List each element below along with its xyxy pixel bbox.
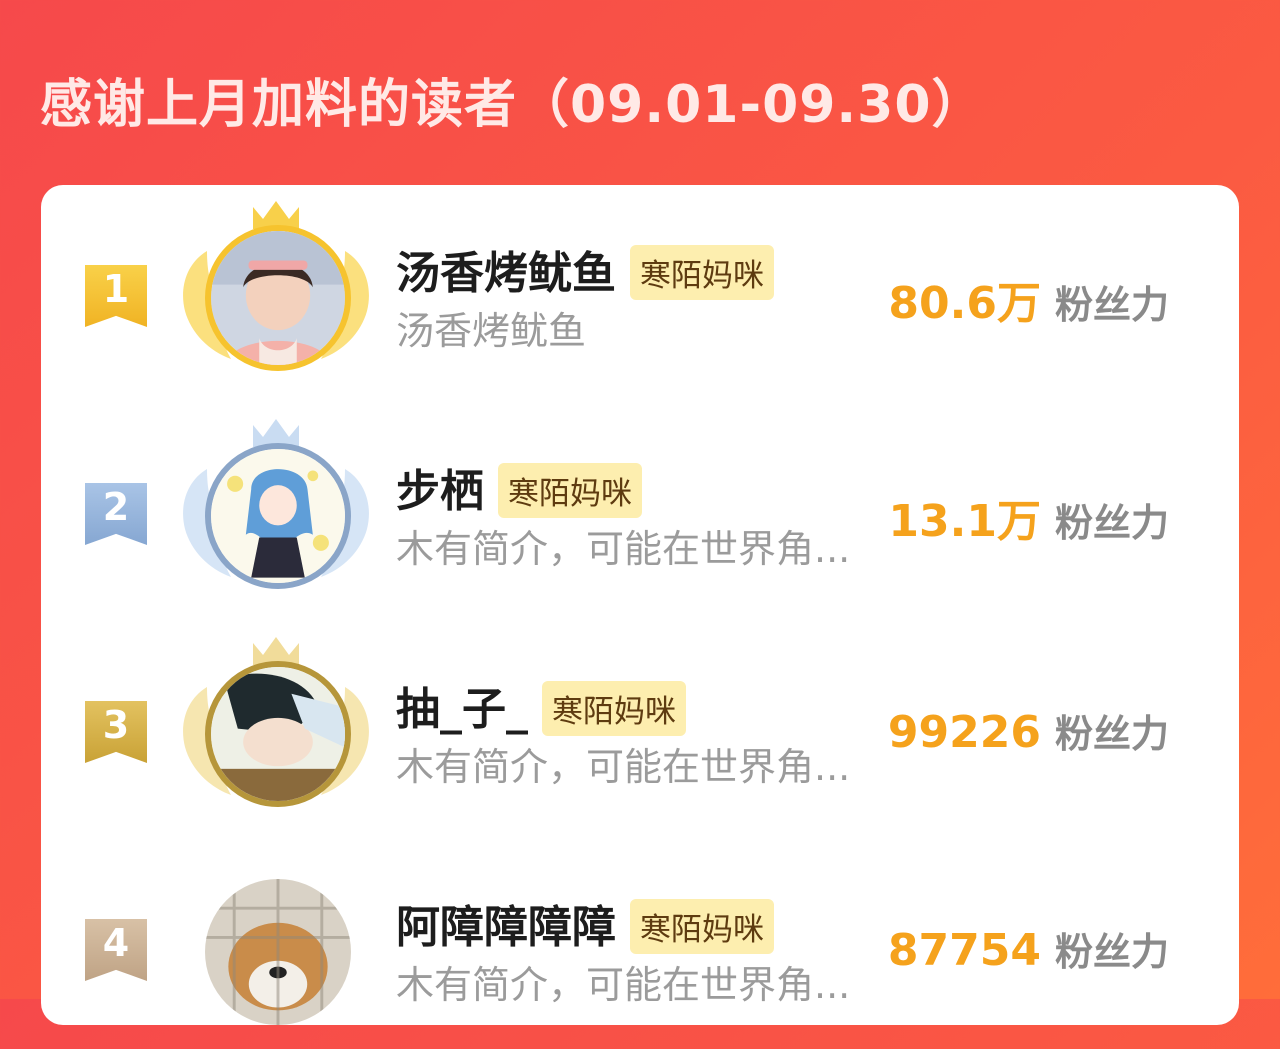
fan-tag: 寒陌妈咪 bbox=[630, 898, 774, 954]
rank-number: 1 bbox=[102, 267, 130, 311]
avatar-anime-girl bbox=[211, 449, 345, 583]
rank-number: 4 bbox=[102, 921, 130, 965]
reader-name-text: 汤香烤鱿鱼 bbox=[396, 248, 616, 299]
avatar[interactable] bbox=[205, 661, 351, 807]
reader-name-text: 步栖 bbox=[396, 466, 484, 517]
avatar[interactable] bbox=[205, 225, 351, 371]
page-title: 感谢上月加料的读者（09.01-09.30） bbox=[40, 75, 985, 135]
fans-power: 87754 粉丝力 bbox=[888, 921, 1169, 976]
fan-tag: 寒陌妈咪 bbox=[630, 244, 774, 300]
rank-badge-4: 4 bbox=[85, 919, 147, 981]
avatar-girl-photo bbox=[211, 231, 345, 365]
reader-row-4[interactable]: 4 阿障障障障 寒陌妈咪 木有简介，可能在世界角... 87754 粉丝力 bbox=[41, 839, 1239, 1049]
reader-description: 木有简介，可能在世界角... bbox=[396, 527, 851, 571]
fans-unit: 粉丝力 bbox=[1054, 501, 1169, 545]
reader-row-3[interactable]: 3 抽_子_ 寒陌妈咪 木有简介，可能在世界角... 99226 粉丝力 bbox=[41, 621, 1239, 831]
rank-badge-3: 3 bbox=[85, 701, 147, 763]
reader-ranking-card: 1 汤香烤鱿鱼 寒陌妈咪 汤香烤鱿鱼 80.6万 粉丝力 2 步栖 寒陌妈咪 木… bbox=[41, 185, 1239, 1025]
avatar[interactable] bbox=[205, 879, 351, 1025]
avatar-sleeping-boy bbox=[211, 667, 345, 801]
rank-badge-1: 1 bbox=[85, 265, 147, 327]
reader-name: 步栖 寒陌妈咪 bbox=[396, 455, 642, 522]
reader-name: 抽_子_ 寒陌妈咪 bbox=[396, 673, 686, 740]
fans-power: 99226 粉丝力 bbox=[888, 703, 1169, 758]
fans-value: 80.6万 bbox=[888, 278, 1041, 329]
fans-unit: 粉丝力 bbox=[1054, 283, 1169, 327]
avatar[interactable] bbox=[205, 443, 351, 589]
reader-name: 阿障障障障 寒陌妈咪 bbox=[396, 891, 774, 958]
fans-value: 13.1万 bbox=[888, 496, 1041, 547]
fans-value: 87754 bbox=[887, 925, 1041, 976]
reader-description: 木有简介，可能在世界角... bbox=[396, 745, 851, 789]
rank-number: 3 bbox=[102, 703, 130, 747]
reader-name-text: 阿障障障障 bbox=[396, 902, 616, 953]
reader-description: 木有简介，可能在世界角... bbox=[396, 963, 851, 1007]
fans-unit: 粉丝力 bbox=[1054, 930, 1169, 974]
fan-tag: 寒陌妈咪 bbox=[542, 680, 686, 736]
fans-power: 13.1万 粉丝力 bbox=[888, 485, 1169, 549]
reader-name: 汤香烤鱿鱼 寒陌妈咪 bbox=[396, 237, 774, 304]
fans-power: 80.6万 粉丝力 bbox=[888, 267, 1169, 331]
avatar-shiba-dog bbox=[205, 879, 351, 1025]
fan-tag: 寒陌妈咪 bbox=[498, 462, 642, 518]
reader-name-text: 抽_子_ bbox=[396, 684, 528, 735]
rank-number: 2 bbox=[102, 485, 130, 529]
rank-badge-2: 2 bbox=[85, 483, 147, 545]
reader-description: 汤香烤鱿鱼 bbox=[396, 309, 587, 353]
reader-row-2[interactable]: 2 步栖 寒陌妈咪 木有简介，可能在世界角... 13.1万 粉丝力 bbox=[41, 403, 1239, 613]
fans-value: 99226 bbox=[887, 707, 1041, 758]
fans-unit: 粉丝力 bbox=[1054, 712, 1169, 756]
reader-row-1[interactable]: 1 汤香烤鱿鱼 寒陌妈咪 汤香烤鱿鱼 80.6万 粉丝力 bbox=[41, 185, 1239, 395]
